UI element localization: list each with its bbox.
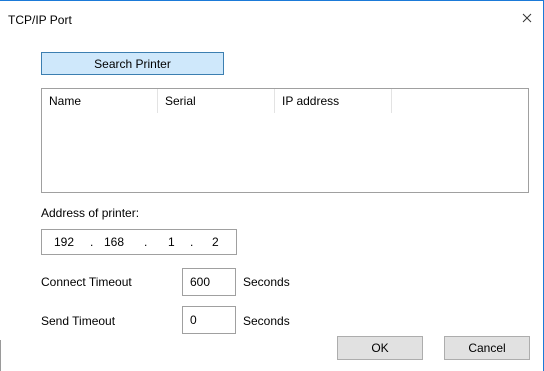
tcpip-port-dialog: TCP/IP Port Search Printer Name Serial I… [0,0,544,371]
connect-timeout-label: Connect Timeout [41,275,132,289]
cancel-button[interactable]: Cancel [444,336,530,360]
column-header-empty[interactable] [392,89,528,113]
column-header-serial[interactable]: Serial [158,89,275,113]
ok-button[interactable]: OK [337,336,423,360]
search-printer-button[interactable]: Search Printer [41,52,224,75]
address-label: Address of printer: [41,206,140,220]
close-button[interactable] [516,8,538,28]
connect-timeout-input[interactable]: 600 [182,268,236,296]
connect-timeout-unit: Seconds [243,275,290,289]
ip-address-field[interactable]: 192 . 168 . 1 . 2 [41,229,237,255]
window-border-left [0,340,1,371]
send-timeout-unit: Seconds [243,314,290,328]
ip-octet-1[interactable]: 192 [54,235,74,249]
window-border-top [0,0,544,1]
ip-octet-3[interactable]: 1 [168,235,175,249]
close-icon [522,13,532,23]
ip-separator: . [144,235,148,249]
ip-octet-2[interactable]: 168 [104,235,124,249]
ip-octet-4[interactable]: 2 [212,235,219,249]
send-timeout-label: Send Timeout [41,314,116,328]
column-header-name[interactable]: Name [42,89,158,113]
ip-separator: . [190,235,194,249]
printer-list[interactable]: Name Serial IP address [41,88,529,193]
dialog-title: TCP/IP Port [8,13,72,27]
column-header-ip-address[interactable]: IP address [275,89,392,113]
ip-separator: . [90,235,94,249]
send-timeout-input[interactable]: 0 [182,306,236,334]
